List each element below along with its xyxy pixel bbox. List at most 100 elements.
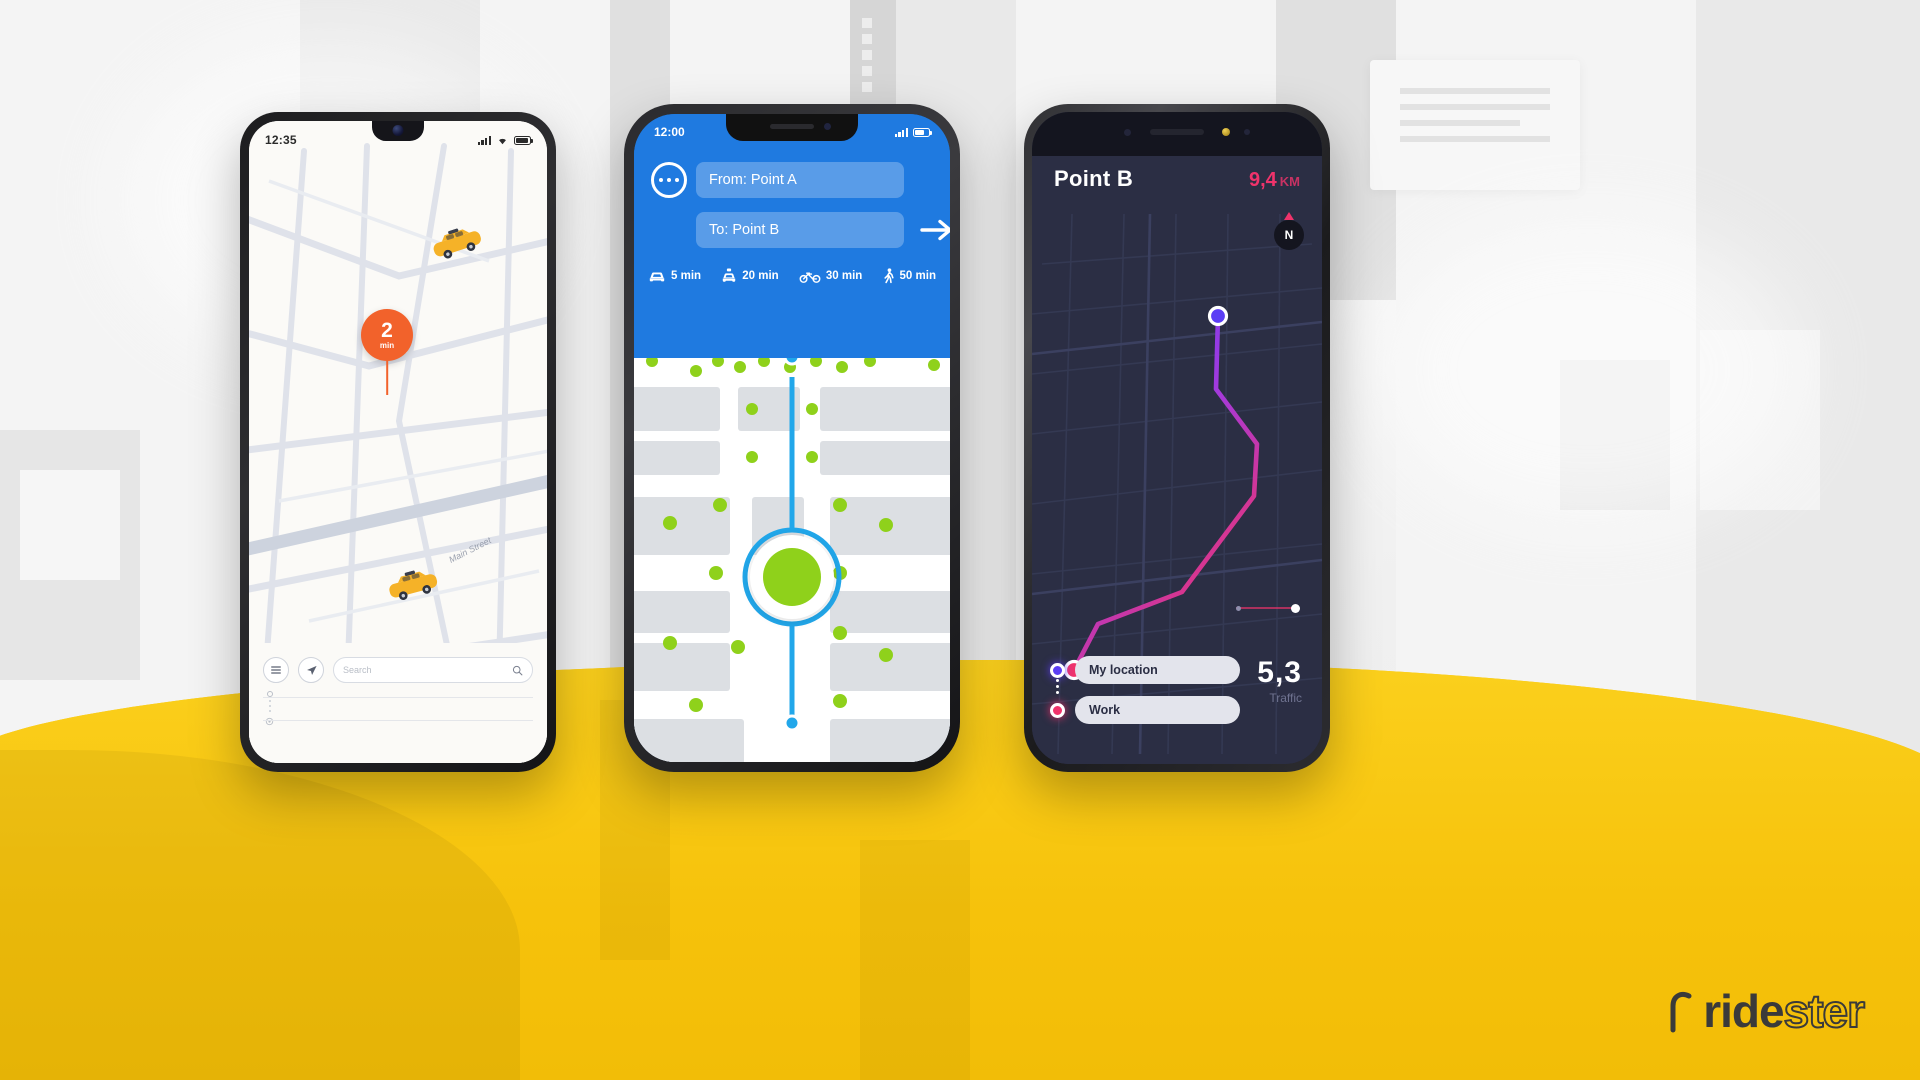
phone-screen: N Point B 9,4 KM My location Work 5,3 Tr…	[1032, 112, 1322, 764]
distance-badge: 9,4 KM	[1249, 169, 1300, 192]
page-title: Point B	[1054, 166, 1134, 191]
car-icon	[649, 272, 665, 281]
mode-bike[interactable]: 30 min	[799, 270, 862, 283]
more-options-icon	[674, 177, 680, 183]
status-indicators	[477, 135, 534, 145]
navigate-button[interactable]	[298, 657, 324, 683]
eta-pin-bubble: 2 min	[361, 309, 413, 361]
slider-handle[interactable]	[1291, 603, 1300, 613]
arrow-right-icon	[920, 219, 950, 241]
background-sign-line	[1400, 104, 1550, 110]
from-input-value: From: Point A	[709, 172, 797, 188]
distance-unit: KM	[1279, 174, 1300, 189]
destination-label: Work	[1089, 703, 1121, 717]
traffic-label: Traffic	[1269, 691, 1302, 705]
suggestion-line	[263, 697, 533, 698]
more-options-icon	[666, 177, 672, 183]
brand-wordmark: ridester	[1703, 984, 1866, 1038]
transport-modes: 5 min 20 min 30 min 50 min	[634, 262, 950, 290]
suggestion-line	[263, 720, 533, 721]
search-placeholder: Search	[343, 665, 372, 675]
route-header: From: Point A To: Point B 5 min 20 min 3…	[634, 114, 950, 358]
signal-bars-icon	[894, 127, 908, 137]
connector-dot	[1056, 685, 1059, 688]
mode-bike-label: 30 min	[825, 270, 863, 282]
compass-button[interactable]: N	[1274, 220, 1304, 250]
road-marking	[860, 840, 970, 1080]
mode-taxi-label: 20 min	[742, 270, 779, 282]
phone-ios-route: From: Point A To: Point B 5 min 20 min 3…	[624, 104, 960, 772]
sensor-icon	[1222, 128, 1230, 136]
suggestion-lines	[263, 697, 533, 743]
wifi-icon	[499, 138, 506, 145]
bottom-panel: My location Work 5,3 Traffic	[1032, 638, 1322, 764]
route-header: Point B 9,4 KM	[1054, 166, 1300, 192]
ridester-mark-icon	[1670, 991, 1692, 1033]
mode-walk[interactable]: 50 min	[883, 268, 936, 284]
slider-track	[1236, 607, 1292, 609]
stop-row-origin[interactable]: My location	[1050, 656, 1240, 684]
origin-button[interactable]: My location	[1075, 656, 1240, 684]
connector-dot	[1056, 691, 1059, 694]
front-camera-icon	[392, 125, 404, 136]
zoom-slider[interactable]	[1236, 602, 1300, 614]
current-position-marker[interactable]	[750, 535, 834, 619]
menu-icon	[271, 666, 281, 674]
eta-unit: min	[379, 341, 395, 350]
status-time: 12:00	[654, 125, 685, 139]
more-options-icon	[658, 177, 664, 183]
position-core	[763, 548, 821, 606]
bottom-panel: Search	[249, 643, 547, 763]
mode-car[interactable]: 5 min	[648, 270, 701, 283]
signal-bars-icon	[477, 135, 491, 145]
traffic-value: 5,3	[1257, 656, 1302, 689]
status-indicators	[894, 127, 933, 137]
go-button[interactable]	[920, 216, 950, 244]
background-glow	[1380, 220, 1800, 520]
earpiece-speaker	[1150, 129, 1204, 135]
stops-connector	[1056, 679, 1059, 694]
mode-car-label: 5 min	[671, 270, 702, 282]
brand-logo: ridester	[1667, 984, 1866, 1038]
earpiece-speaker	[770, 124, 814, 129]
search-icon[interactable]	[512, 665, 523, 676]
bike-icon	[799, 272, 821, 283]
background-sign-line	[1400, 136, 1550, 142]
proximity-sensor-icon	[1244, 129, 1250, 135]
mode-taxi[interactable]: 20 min	[721, 268, 779, 284]
from-input[interactable]: From: Point A	[696, 162, 904, 198]
background-building	[850, 0, 896, 120]
phone-screen: From: Point A To: Point B 5 min 20 min 3…	[634, 114, 950, 762]
origin-marker-icon	[1050, 662, 1065, 678]
eta-pin-stem	[386, 361, 388, 395]
phone-screen: Main Street 2 min 12:35 Search	[249, 121, 547, 763]
taxi-icon	[723, 268, 736, 282]
map-canvas[interactable]	[634, 291, 950, 762]
menu-button[interactable]	[263, 657, 289, 683]
front-camera-icon	[1124, 129, 1131, 136]
distance-value: 9,4	[1248, 169, 1277, 191]
status-time: 12:35	[265, 133, 297, 147]
battery-icon	[913, 127, 933, 137]
mode-walk-label: 50 min	[899, 270, 936, 282]
background-window-block	[20, 470, 120, 580]
compass-label: N	[1284, 228, 1294, 242]
background-windows	[862, 18, 872, 92]
traffic-indicator: 5,3 Traffic	[1257, 656, 1302, 706]
to-input[interactable]: To: Point B	[696, 212, 904, 248]
destination-button[interactable]: Work	[1075, 696, 1240, 724]
walk-icon	[883, 268, 894, 284]
to-input-value: To: Point B	[709, 222, 780, 238]
background-sign-line	[1400, 88, 1550, 94]
stop-row-destination[interactable]: Work	[1050, 696, 1240, 724]
route-end-dot	[783, 714, 801, 732]
origin-label: My location	[1089, 663, 1158, 677]
more-options-button[interactable]	[651, 162, 687, 198]
search-input[interactable]: Search	[333, 657, 533, 683]
phone-android-map: Main Street 2 min 12:35 Search	[240, 112, 556, 772]
eta-pin[interactable]: 2 min	[361, 309, 413, 395]
navigation-arrow-icon	[306, 665, 317, 675]
stops-list: My location Work	[1050, 656, 1240, 736]
background-sign-line	[1400, 120, 1520, 126]
brand-name-solid: ride	[1703, 985, 1784, 1037]
